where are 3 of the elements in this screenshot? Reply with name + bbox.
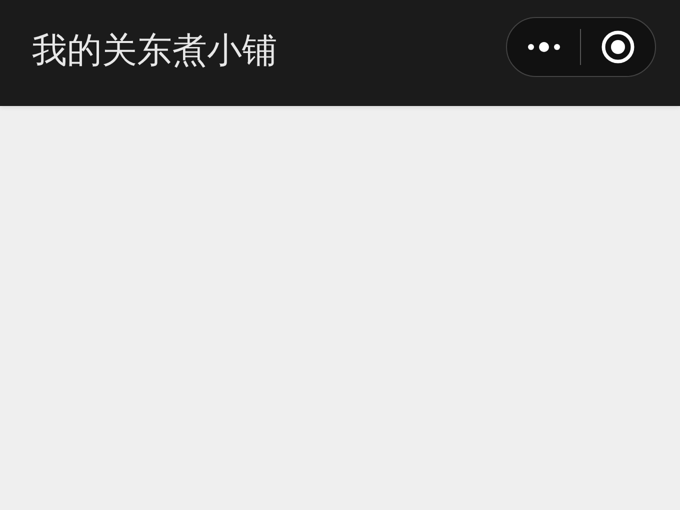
more-icon bbox=[526, 42, 560, 52]
target-icon bbox=[601, 30, 635, 64]
page-title: 我的关东煮小铺 bbox=[32, 34, 277, 68]
